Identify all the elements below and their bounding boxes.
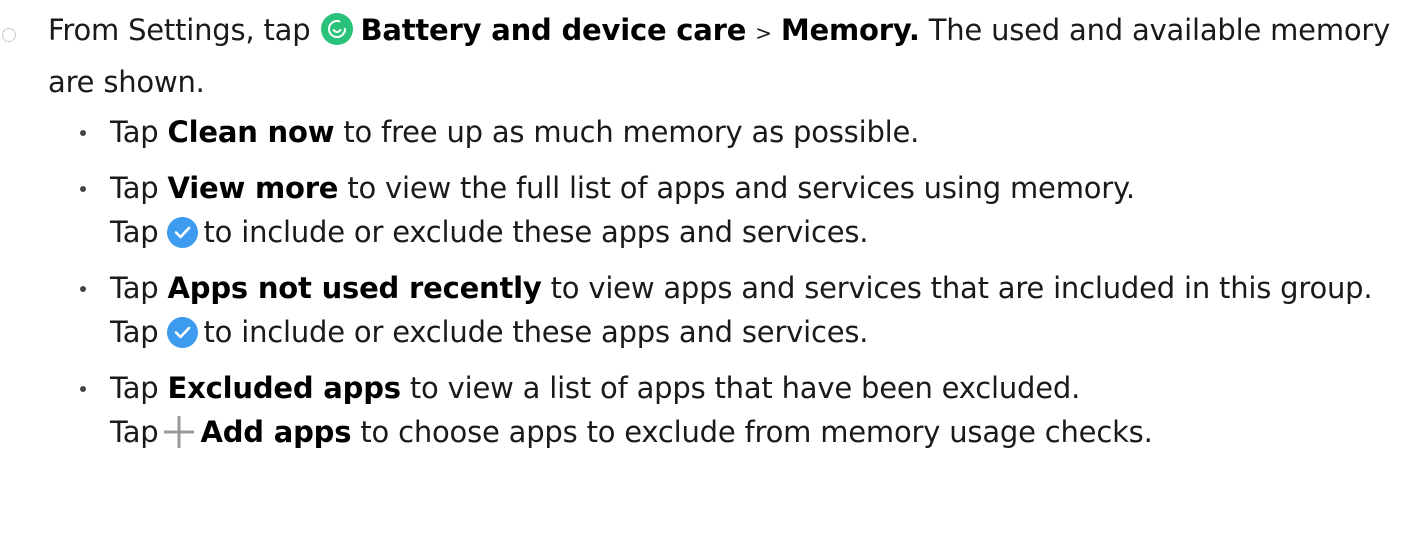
view-more-description: to view the full list of apps and servic… [347, 171, 1135, 205]
tap-text: Tap [110, 115, 159, 149]
device-care-icon [321, 13, 354, 45]
checkmark-icon [166, 317, 198, 348]
list-item-apps-not-used: Tap Apps not used recently to view apps … [80, 266, 1410, 354]
step-prefix: From Settings, tap [48, 13, 311, 47]
tap-text: Tap [110, 371, 159, 405]
excluded-apps-description: to view a list of apps that have been ex… [409, 371, 1081, 405]
checkmark-icon [166, 217, 198, 248]
view-more-label: View more [167, 171, 339, 205]
step-text: From Settings, tap Battery and device ca… [48, 6, 1408, 107]
tap-text: Tap [110, 215, 159, 249]
view-more-include-text: to include or exclude these apps and ser… [203, 215, 869, 249]
memory-options-list: Tap Clean now to free up as much memory … [80, 110, 1410, 466]
list-item-clean-now: Tap Clean now to free up as much memory … [80, 110, 1410, 154]
bullet-icon [80, 130, 86, 136]
apps-not-used-label: Apps not used recently [167, 271, 542, 305]
tap-text: Tap [110, 271, 159, 305]
tap-text: Tap [110, 171, 159, 205]
bullet-icon [80, 386, 86, 392]
tap-text: Tap [110, 415, 159, 449]
battery-device-care-label: Battery and device care [360, 13, 747, 47]
bullet-icon [80, 286, 86, 292]
menu-separator: > [755, 21, 772, 45]
list-item-view-more: Tap View more to view the full list of a… [80, 166, 1410, 254]
step-marker-icon [2, 28, 16, 42]
clean-now-label: Clean now [167, 115, 335, 149]
add-apps-description: to choose apps to exclude from memory us… [360, 415, 1153, 449]
excluded-apps-label: Excluded apps [167, 371, 402, 405]
plus-icon [163, 414, 195, 450]
list-item-excluded-apps: Tap Excluded apps to view a list of apps… [80, 366, 1410, 454]
apps-not-used-include-text: to include or exclude these apps and ser… [203, 315, 869, 349]
clean-now-description: to free up as much memory as possible. [343, 115, 920, 149]
memory-label: Memory. [780, 13, 920, 47]
add-apps-label: Add apps [200, 415, 352, 449]
bullet-icon [80, 186, 86, 192]
